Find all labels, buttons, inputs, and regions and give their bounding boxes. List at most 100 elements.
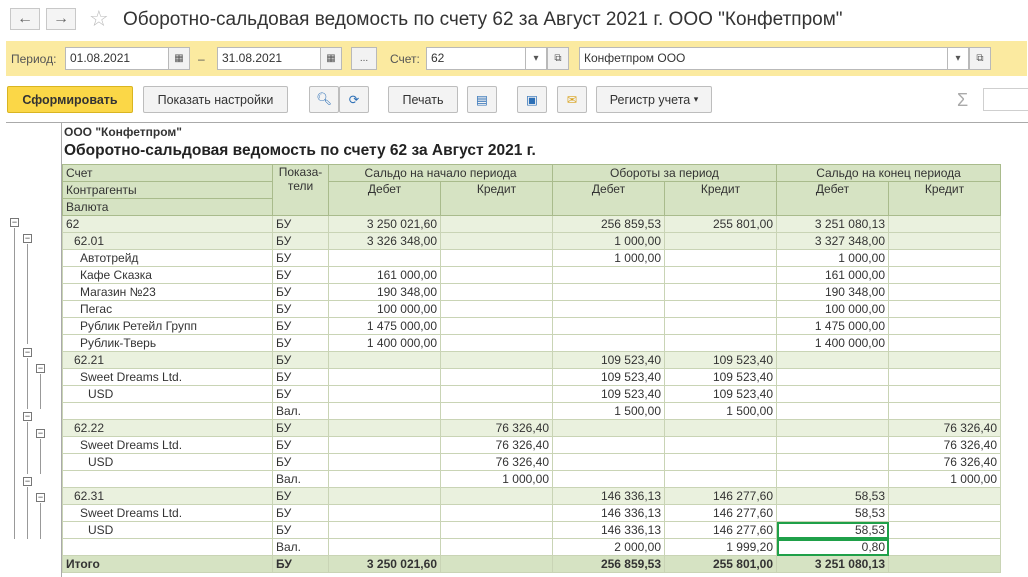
total-indicator[interactable]: БУ: [272, 555, 329, 573]
row-name[interactable]: 62.21: [62, 351, 273, 369]
total-label[interactable]: Итого: [62, 555, 273, 573]
cell-turnover-debit[interactable]: 146 336,13: [552, 487, 665, 505]
row-name[interactable]: USD: [62, 453, 273, 471]
cell-turnover-credit[interactable]: 109 523,40: [664, 351, 777, 369]
row-indicator[interactable]: БУ: [272, 283, 329, 301]
cell-closing-credit[interactable]: 76 326,40: [888, 453, 1001, 471]
organization-dropdown-button[interactable]: ▾: [947, 47, 969, 70]
row-name[interactable]: [62, 402, 273, 420]
report-row[interactable]: Пегас БУ 100 000,00 100 000,00: [62, 300, 1001, 318]
cell-closing-credit[interactable]: [888, 487, 1001, 505]
cell-turnover-credit[interactable]: [664, 283, 777, 301]
cell-closing-credit[interactable]: 76 326,40: [888, 419, 1001, 437]
cell-opening-credit[interactable]: [440, 215, 553, 233]
collapse-toggle-icon[interactable]: −: [23, 412, 32, 422]
back-button[interactable]: ←: [10, 8, 40, 30]
report-row[interactable]: Кафе Сказка БУ 161 000,00 161 000,00: [62, 266, 1001, 284]
total-closing-credit[interactable]: [888, 555, 1001, 573]
cell-opening-debit[interactable]: [328, 521, 441, 539]
account-field[interactable]: 62: [426, 47, 526, 70]
cell-closing-credit[interactable]: 1 000,00: [888, 470, 1001, 488]
cell-closing-credit[interactable]: 76 326,40: [888, 436, 1001, 454]
cell-opening-credit[interactable]: [440, 521, 553, 539]
cell-opening-credit[interactable]: [440, 538, 553, 556]
show-settings-button[interactable]: Показать настройки: [143, 86, 288, 113]
cell-closing-credit[interactable]: [888, 521, 1001, 539]
cell-turnover-credit[interactable]: 109 523,40: [664, 385, 777, 403]
row-name[interactable]: [62, 538, 273, 556]
cell-opening-credit[interactable]: [440, 487, 553, 505]
row-name[interactable]: Sweet Dreams Ltd.: [62, 368, 273, 386]
cell-closing-debit[interactable]: [776, 436, 889, 454]
row-indicator[interactable]: БУ: [272, 300, 329, 318]
cell-closing-debit[interactable]: [776, 453, 889, 471]
cell-turnover-debit[interactable]: 2 000,00: [552, 538, 665, 556]
cell-turnover-credit[interactable]: 1 999,20: [664, 538, 777, 556]
report-row[interactable]: 62.31 БУ 146 336,13 146 277,60 58,53: [62, 487, 1001, 505]
row-indicator[interactable]: БУ: [272, 385, 329, 403]
cell-opening-debit[interactable]: 161 000,00: [328, 266, 441, 284]
report-row[interactable]: Магазин №23 БУ 190 348,00 190 348,00: [62, 283, 1001, 301]
cell-turnover-debit[interactable]: [552, 300, 665, 318]
cell-closing-debit[interactable]: 190 348,00: [776, 283, 889, 301]
cell-opening-credit[interactable]: [440, 317, 553, 335]
cell-turnover-debit[interactable]: 1 000,00: [552, 249, 665, 267]
cell-turnover-credit[interactable]: [664, 453, 777, 471]
cell-turnover-debit[interactable]: [552, 283, 665, 301]
cell-closing-debit[interactable]: 58,53: [776, 521, 889, 539]
cell-closing-credit[interactable]: [888, 385, 1001, 403]
cell-opening-credit[interactable]: [440, 300, 553, 318]
cell-closing-debit[interactable]: 58,53: [776, 504, 889, 522]
cell-opening-debit[interactable]: [328, 504, 441, 522]
row-indicator[interactable]: Вал.: [272, 402, 329, 420]
cell-closing-debit[interactable]: 58,53: [776, 487, 889, 505]
report-row[interactable]: Sweet Dreams Ltd. БУ 109 523,40 109 523,40: [62, 368, 1001, 386]
cell-turnover-debit[interactable]: [552, 334, 665, 352]
favorite-star-icon[interactable]: ☆: [89, 6, 109, 32]
cell-opening-credit[interactable]: [440, 368, 553, 386]
collapse-toggle-icon[interactable]: −: [23, 477, 32, 487]
cell-closing-credit[interactable]: [888, 334, 1001, 352]
cell-closing-debit[interactable]: [776, 402, 889, 420]
report-row[interactable]: Автотрейд БУ 1 000,00 1 000,00: [62, 249, 1001, 267]
report-row[interactable]: Sweet Dreams Ltd. БУ 76 326,40 76 326,40: [62, 436, 1001, 454]
save-button[interactable]: ▣: [517, 86, 547, 113]
collapse-toggle-icon[interactable]: −: [36, 428, 45, 438]
cell-turnover-credit[interactable]: 255 801,00: [664, 215, 777, 233]
cell-opening-credit[interactable]: 76 326,40: [440, 419, 553, 437]
cell-closing-debit[interactable]: 1 475 000,00: [776, 317, 889, 335]
cell-opening-credit[interactable]: [440, 249, 553, 267]
cell-turnover-credit[interactable]: [664, 249, 777, 267]
report-row[interactable]: USD БУ 146 336,13 146 277,60 58,53: [62, 521, 1001, 539]
row-name[interactable]: Sweet Dreams Ltd.: [62, 504, 273, 522]
cell-turnover-credit[interactable]: 146 277,60: [664, 487, 777, 505]
row-name[interactable]: 62.31: [62, 487, 273, 505]
cell-turnover-credit[interactable]: [664, 470, 777, 488]
cell-turnover-credit[interactable]: [664, 300, 777, 318]
cell-closing-debit[interactable]: 3 251 080,13: [776, 215, 889, 233]
total-opening-credit[interactable]: [440, 555, 553, 573]
cell-closing-credit[interactable]: [888, 215, 1001, 233]
cell-closing-debit[interactable]: [776, 470, 889, 488]
date-to-field[interactable]: 31.08.2021: [217, 47, 321, 70]
row-indicator[interactable]: БУ: [272, 487, 329, 505]
row-name[interactable]: Пегас: [62, 300, 273, 318]
row-name[interactable]: 62.01: [62, 232, 273, 250]
collapse-toggle-icon[interactable]: −: [23, 234, 32, 244]
period-select-button[interactable]: ...: [351, 47, 377, 70]
row-indicator[interactable]: Вал.: [272, 538, 329, 556]
cell-closing-credit[interactable]: [888, 538, 1001, 556]
total-closing-debit[interactable]: 3 251 080,13: [776, 555, 889, 573]
cell-closing-debit[interactable]: 100 000,00: [776, 300, 889, 318]
cell-turnover-credit[interactable]: [664, 266, 777, 284]
cell-closing-debit[interactable]: 1 400 000,00: [776, 334, 889, 352]
report-row[interactable]: Рублик-Тверь БУ 1 400 000,00 1 400 000,00: [62, 334, 1001, 352]
cell-turnover-credit[interactable]: [664, 419, 777, 437]
cell-opening-credit[interactable]: [440, 334, 553, 352]
cell-opening-credit[interactable]: [440, 232, 553, 250]
row-indicator[interactable]: БУ: [272, 521, 329, 539]
cell-closing-debit[interactable]: [776, 419, 889, 437]
cell-turnover-credit[interactable]: 1 500,00: [664, 402, 777, 420]
cell-turnover-credit[interactable]: 146 277,60: [664, 521, 777, 539]
cell-closing-debit[interactable]: [776, 351, 889, 369]
